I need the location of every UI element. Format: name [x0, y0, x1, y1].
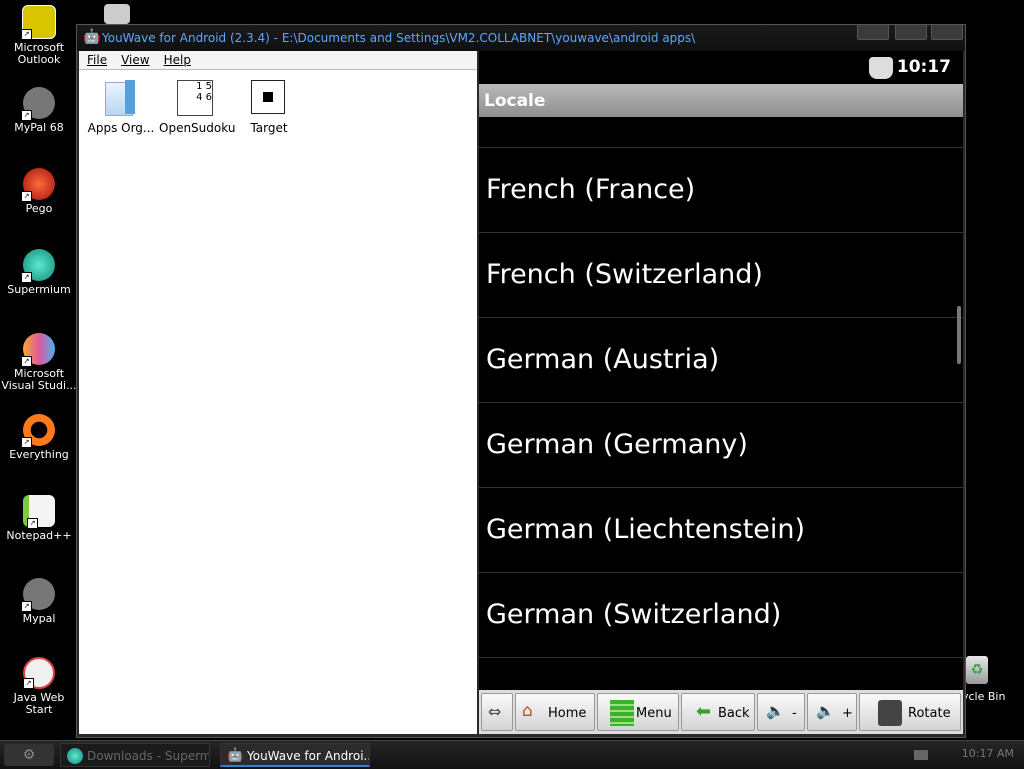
start-icon: ⚙	[22, 747, 36, 763]
desktop-icon-label: Mypal	[22, 612, 56, 625]
back-arrow-icon: ⬅	[696, 701, 712, 722]
outlook-icon: ↗	[21, 5, 56, 40]
home-icon: ⌂	[522, 701, 533, 721]
locale-list[interactable]: French (France) French (Switzerland) Ger…	[479, 117, 963, 695]
locale-item[interactable]: French (France)	[479, 148, 963, 233]
screen-header: Locale	[479, 84, 963, 117]
resize-arrows-icon: ⇔	[488, 702, 502, 721]
window-titlebar[interactable]: 🤖 YouWave for Android (2.3.4) - E:\Docum…	[77, 24, 965, 51]
app-item-opensudoku[interactable]: 1 54 6 OpenSudoku	[159, 78, 236, 135]
window-title: YouWave for Android (2.3.4) - E:\Documen…	[102, 31, 696, 45]
emulator-nav-bar: ⇔ ⌂ Home Menu ⬅ Back 🔈 - 🔈 + Rotate	[479, 690, 963, 734]
supermium-icon	[67, 748, 83, 764]
android-screen: 10:17 Locale French (France) French (Swi…	[479, 51, 963, 734]
taskbar: ⚙ Downloads - Superm... 🤖 YouWave for An…	[0, 740, 1024, 769]
desktop-icon-label: Supermium	[7, 283, 71, 296]
app-label: Apps Org...	[87, 121, 155, 135]
minimize-button[interactable]	[857, 24, 889, 40]
app-item-apps-organizer[interactable]: Apps Org...	[85, 78, 157, 135]
youwave-window: 🤖 YouWave for Android (2.3.4) - E:\Docum…	[76, 24, 966, 738]
desktop-icon-label: Everything	[9, 448, 69, 461]
speaker-icon: 🔈	[816, 702, 835, 720]
menu-button[interactable]: Menu	[597, 693, 679, 731]
locale-item[interactable]: German (Austria)	[479, 318, 963, 403]
android-status-bar: 10:17	[479, 51, 963, 84]
desktop-icon-label: Notepad++	[6, 529, 72, 542]
speaker-icon: 🔈	[766, 702, 785, 720]
back-button[interactable]: ⬅ Back	[681, 693, 755, 731]
desktop-icon-outlook[interactable]: ↗ Microsoft Outlook	[0, 5, 78, 66]
desktop-icon-label: Pego	[25, 202, 53, 215]
desktop-icon-label: Microsoft Visual Studi...	[1, 367, 77, 392]
rotate-device-icon	[878, 700, 902, 726]
home-button[interactable]: ⌂ Home	[515, 693, 595, 731]
supermium-icon: ↗	[21, 249, 55, 283]
opensudoku-icon: 1 54 6	[175, 78, 215, 118]
maximize-button[interactable]	[895, 24, 927, 40]
desktop-icon-everything[interactable]: ↗ Everything	[0, 414, 78, 461]
desktop-icon-supermium[interactable]: ↗ Supermium	[0, 249, 78, 296]
desktop-icon-mypal[interactable]: ↗ Mypal	[0, 578, 78, 625]
app-label: Target	[250, 121, 288, 135]
locale-item[interactable]: German (Liechtenstein)	[479, 488, 963, 573]
status-clock: 10:17	[896, 57, 951, 77]
locale-item[interactable]: German (Germany)	[479, 403, 963, 488]
desktop-icon-notepadpp[interactable]: ↗ Notepad++	[0, 495, 78, 542]
locale-item[interactable]: German (Switzerland)	[479, 573, 963, 658]
android-icon: 🤖	[83, 29, 101, 45]
menu-help[interactable]: Help	[156, 51, 197, 67]
everything-icon: ↗	[21, 414, 55, 448]
target-word-icon	[249, 78, 289, 118]
volume-up-button[interactable]: 🔈 +	[807, 693, 857, 731]
android-icon: 🤖	[227, 748, 244, 763]
usb-debug-icon	[869, 57, 893, 79]
desktop-icon-recycle-bin[interactable]: ♻ ycle Bin	[962, 656, 1024, 703]
recycle-bin-icon: ♻	[966, 656, 988, 684]
screen-title: Locale	[484, 91, 546, 111]
desktop-icon-label: MyPal 68	[14, 121, 64, 134]
mypal-icon: ↗	[21, 578, 55, 612]
notepadpp-icon: ↗	[23, 495, 55, 529]
keyboard-tray-icon[interactable]	[914, 750, 928, 760]
mypal-icon: ↗	[21, 87, 55, 121]
rotate-button[interactable]: Rotate	[859, 693, 961, 731]
pego-icon: ↗	[21, 168, 55, 202]
menu-file[interactable]: File	[79, 51, 113, 67]
desktop-icon-java-web-start[interactable]: ↗ Java Web Start	[0, 657, 78, 716]
menu-bar: File View Help	[79, 51, 477, 70]
start-button[interactable]: ⚙	[4, 744, 54, 766]
resize-button[interactable]: ⇔	[481, 693, 513, 731]
apps-organizer-icon	[101, 78, 141, 118]
desktop-icon-pego[interactable]: ↗ Pego	[0, 168, 78, 215]
desktop-icon-label: ycle Bin	[962, 690, 1006, 703]
desktop-app-icon[interactable]	[104, 4, 130, 24]
apps-pane: File View Help Apps Org... 1 54 6 OpenSudo…	[79, 51, 477, 734]
java-icon: ↗	[23, 657, 55, 689]
menu-icon	[610, 700, 634, 726]
desktop-icon-label: Microsoft Outlook	[13, 41, 65, 66]
tray-clock: 10:17 AM	[961, 747, 1014, 760]
app-item-target[interactable]: Target	[233, 78, 305, 135]
list-scrollbar[interactable]	[957, 306, 961, 364]
volume-down-button[interactable]: 🔈 -	[757, 693, 805, 731]
visual-studio-icon: ↗	[21, 333, 55, 367]
menu-view[interactable]: View	[113, 51, 155, 67]
desktop-icon-mypal68[interactable]: ↗ MyPal 68	[0, 87, 78, 134]
desktop-icon-visual-studio[interactable]: ↗ Microsoft Visual Studi...	[0, 333, 78, 392]
app-label: OpenSudoku	[159, 121, 236, 135]
locale-item[interactable]: French (Switzerland)	[479, 233, 963, 318]
close-button[interactable]	[931, 24, 963, 40]
task-button-downloads[interactable]: Downloads - Superm...	[60, 743, 210, 767]
task-button-youwave[interactable]: 🤖 YouWave for Androi...	[220, 743, 370, 767]
desktop-icon-label: Java Web Start	[13, 691, 65, 716]
